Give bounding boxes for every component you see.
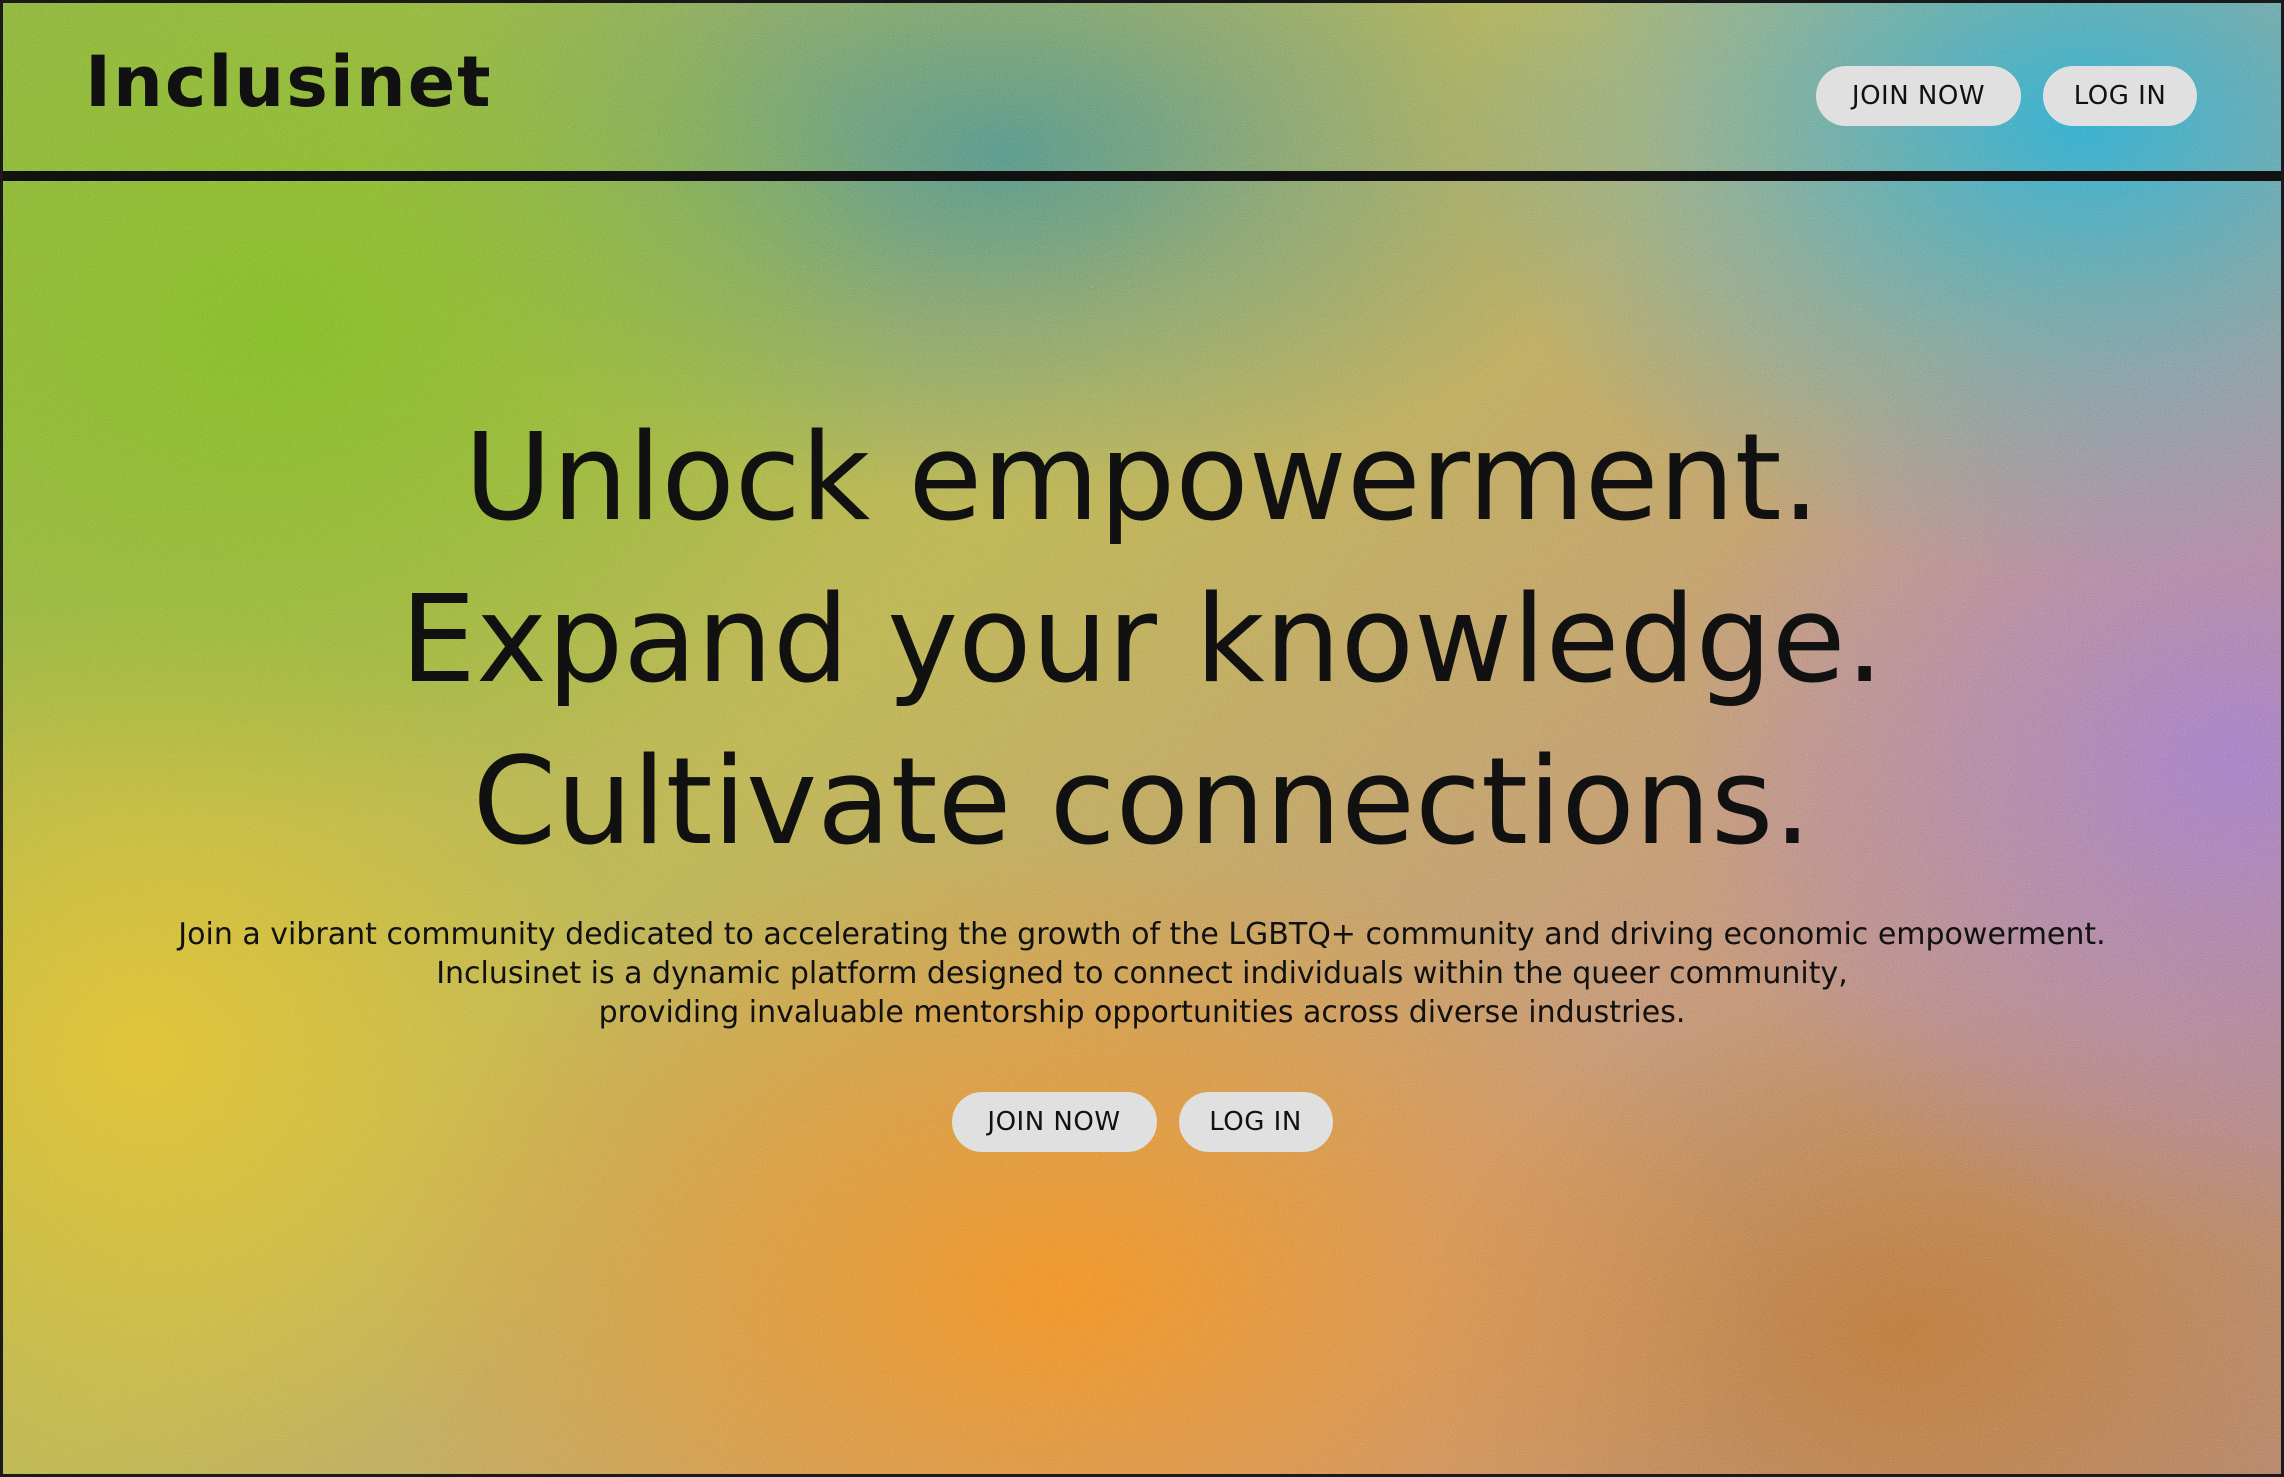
description-line-3: providing invaluable mentorship opportun…: [598, 995, 1686, 1030]
headline-line-2: Expand your knowledge.: [400, 571, 1884, 710]
headline-line-1: Unlock empowerment.: [464, 409, 1820, 548]
hero-description: Join a vibrant community dedicated to ac…: [3, 915, 2281, 1032]
hero-join-now-button[interactable]: JOIN NOW: [951, 1092, 1157, 1152]
hero-actions: JOIN NOW LOG IN: [3, 1092, 2281, 1152]
landing-page: Inclusinet JOIN NOW LOG IN Unlock empowe…: [0, 0, 2284, 1477]
hero-log-in-button[interactable]: LOG IN: [1178, 1092, 1333, 1152]
site-header: Inclusinet JOIN NOW LOG IN: [3, 3, 2281, 181]
site-logo[interactable]: Inclusinet: [85, 47, 493, 117]
headline-line-3: Cultivate connections.: [472, 733, 1812, 872]
description-line-2: Inclusinet is a dynamic platform designe…: [436, 956, 1848, 991]
description-line-1: Join a vibrant community dedicated to ac…: [178, 917, 2106, 952]
hero-headline: Unlock empowerment. Expand your knowledg…: [3, 398, 2281, 884]
header-join-now-button[interactable]: JOIN NOW: [1816, 66, 2021, 126]
header-log-in-button[interactable]: LOG IN: [2043, 66, 2197, 126]
header-actions: JOIN NOW LOG IN: [1816, 66, 2197, 126]
